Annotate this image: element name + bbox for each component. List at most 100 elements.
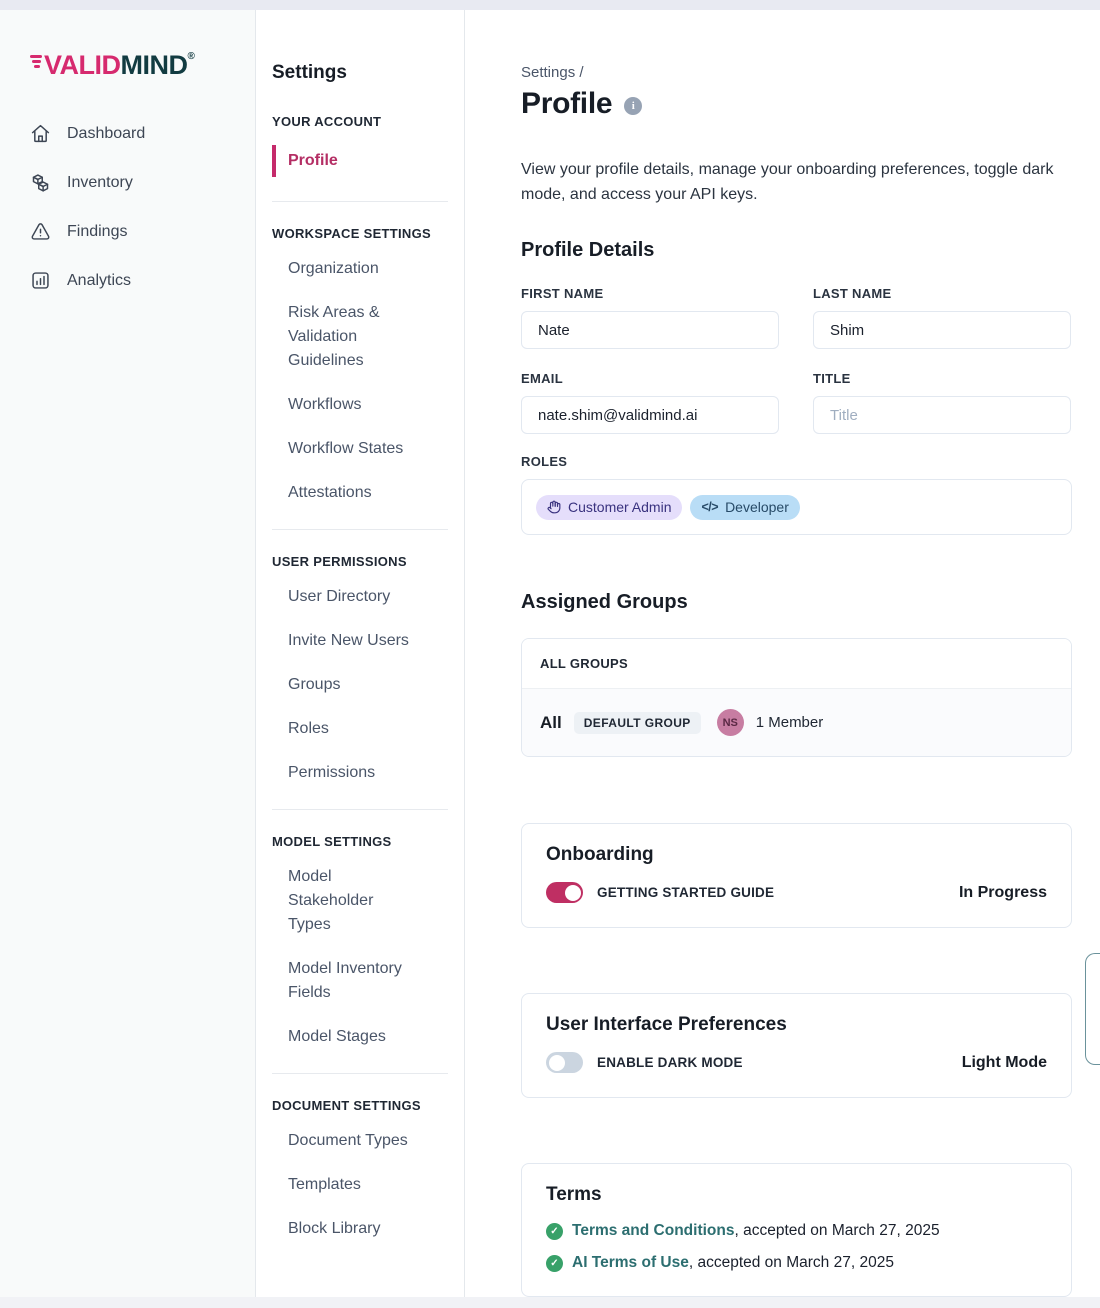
nav-item-roles[interactable]: Roles xyxy=(288,717,410,741)
terms-heading: Terms xyxy=(546,1184,1047,1206)
logo-text: VALIDMIND xyxy=(44,50,188,81)
roles-label: ROLES xyxy=(521,454,1100,469)
bar-chart-icon xyxy=(30,270,51,291)
check-circle-icon: ✓ xyxy=(546,1223,563,1240)
nav-item-profile[interactable]: Profile xyxy=(272,145,394,177)
member-count: 1 Member xyxy=(756,714,824,731)
nav-item-risk-areas[interactable]: Risk Areas & Validation Guidelines xyxy=(288,301,410,373)
ui-preferences-heading: User Interface Preferences xyxy=(546,1014,1047,1036)
window-bottom-strip xyxy=(0,1297,1100,1308)
page-title: Profile xyxy=(521,87,612,121)
title-input[interactable] xyxy=(813,396,1071,434)
nav-section-your-account: YOUR ACCOUNT xyxy=(272,114,448,129)
nav-item-model-stages[interactable]: Model Stages xyxy=(288,1025,410,1049)
nav-section-model-settings: MODEL SETTINGS xyxy=(272,834,448,849)
nav-divider xyxy=(272,529,448,530)
email-label: EMAIL xyxy=(521,371,779,386)
sidebar-item-label: Inventory xyxy=(67,174,133,192)
onboarding-card: Onboarding GETTING STARTED GUIDE In Prog… xyxy=(521,823,1072,928)
terms-accepted-text: , accepted on March 27, 2025 xyxy=(734,1222,939,1239)
nav-item-attestations[interactable]: Attestations xyxy=(288,481,410,505)
warning-triangle-icon xyxy=(30,221,51,242)
profile-settings-page: VALIDMIND ® Dashboard Inventory Findings… xyxy=(0,0,1100,1308)
ai-terms-of-use-link[interactable]: AI Terms of Use xyxy=(572,1254,689,1271)
first-name-field-group: FIRST NAME xyxy=(521,286,779,349)
email-field-group: EMAIL xyxy=(521,371,779,434)
group-name: All xyxy=(540,713,562,733)
nav-item-permissions[interactable]: Permissions xyxy=(288,761,410,785)
default-group-badge: DEFAULT GROUP xyxy=(574,712,701,734)
first-name-input[interactable] xyxy=(521,311,779,349)
ui-mode-status: Light Mode xyxy=(962,1054,1047,1072)
nav-item-organization[interactable]: Organization xyxy=(288,257,410,281)
settings-nav: Settings YOUR ACCOUNT Profile WORKSPACE … xyxy=(256,10,465,1297)
nav-item-document-types[interactable]: Document Types xyxy=(288,1129,410,1153)
roles-box: Customer Admin </> Developer xyxy=(521,479,1072,535)
assigned-groups-card: ALL GROUPS All DEFAULT GROUP NS 1 Member xyxy=(521,638,1072,757)
cubes-icon xyxy=(30,172,51,193)
assigned-groups-heading: Assigned Groups xyxy=(521,591,1100,614)
sidebar-item-label: Analytics xyxy=(67,272,131,290)
nav-item-groups[interactable]: Groups xyxy=(288,673,410,697)
nav-item-block-library[interactable]: Block Library xyxy=(288,1217,410,1241)
nav-section-workspace-settings: WORKSPACE SETTINGS xyxy=(272,226,448,241)
registered-mark: ® xyxy=(188,51,195,62)
terms-accepted-text: , accepted on March 27, 2025 xyxy=(689,1254,894,1271)
breadcrumb-separator: / xyxy=(579,64,583,81)
getting-started-guide-toggle[interactable] xyxy=(546,882,583,903)
info-icon[interactable]: i xyxy=(624,97,642,115)
terms-row: ✓ Terms and Conditions, accepted on Marc… xyxy=(546,1222,1047,1240)
sidebar-item-inventory[interactable]: Inventory xyxy=(30,172,255,193)
terms-row: ✓ AI Terms of Use, accepted on March 27,… xyxy=(546,1254,1047,1272)
breadcrumb-settings[interactable]: Settings xyxy=(521,64,575,81)
main-content: Settings / Profile i View your profile d… xyxy=(465,10,1100,1297)
nav-item-workflow-states[interactable]: Workflow States xyxy=(288,437,410,461)
validmind-logo[interactable]: VALIDMIND ® xyxy=(30,50,255,81)
sidebar-item-dashboard[interactable]: Dashboard xyxy=(30,123,255,144)
nav-item-model-stakeholder-types[interactable]: Model Stakeholder Types xyxy=(288,865,410,937)
nav-divider xyxy=(272,809,448,810)
check-circle-icon: ✓ xyxy=(546,1255,563,1272)
terms-and-conditions-link[interactable]: Terms and Conditions xyxy=(572,1222,734,1239)
last-name-input[interactable] xyxy=(813,311,1071,349)
onboarding-heading: Onboarding xyxy=(546,844,1047,866)
role-badge-developer: </> Developer xyxy=(690,495,799,520)
role-badge-customer-admin: Customer Admin xyxy=(536,495,682,520)
app-sidebar: VALIDMIND ® Dashboard Inventory Findings… xyxy=(0,10,256,1297)
title-field-group: TITLE xyxy=(813,371,1071,434)
onboarding-status: In Progress xyxy=(959,884,1047,902)
right-drawer-handle[interactable] xyxy=(1085,953,1100,1065)
sidebar-item-findings[interactable]: Findings xyxy=(30,221,255,242)
nav-divider xyxy=(272,201,448,202)
group-row-all[interactable]: All DEFAULT GROUP NS 1 Member xyxy=(522,689,1071,756)
sidebar-item-analytics[interactable]: Analytics xyxy=(30,270,255,291)
hand-icon xyxy=(547,500,561,514)
settings-nav-title: Settings xyxy=(272,62,448,84)
enable-dark-mode-toggle[interactable] xyxy=(546,1052,583,1073)
nav-section-user-permissions: USER PERMISSIONS xyxy=(272,554,448,569)
avatar[interactable]: NS xyxy=(717,709,744,736)
window-top-strip xyxy=(0,0,1100,10)
nav-divider xyxy=(272,1073,448,1074)
email-input[interactable] xyxy=(521,396,779,434)
last-name-field-group: LAST NAME xyxy=(813,286,1071,349)
nav-item-invite-new-users[interactable]: Invite New Users xyxy=(288,629,410,653)
nav-item-workflows[interactable]: Workflows xyxy=(288,393,410,417)
nav-item-user-directory[interactable]: User Directory xyxy=(288,585,410,609)
code-icon: </> xyxy=(701,500,718,514)
getting-started-guide-label: GETTING STARTED GUIDE xyxy=(597,885,774,900)
first-name-label: FIRST NAME xyxy=(521,286,779,301)
sidebar-item-label: Findings xyxy=(67,223,127,241)
nav-item-model-inventory-fields[interactable]: Model Inventory Fields xyxy=(288,957,410,1005)
terms-card: Terms ✓ Terms and Conditions, accepted o… xyxy=(521,1163,1072,1297)
nav-section-document-settings: DOCUMENT SETTINGS xyxy=(272,1098,448,1113)
all-groups-header: ALL GROUPS xyxy=(522,639,1071,689)
last-name-label: LAST NAME xyxy=(813,286,1071,301)
logo-dashes-icon xyxy=(30,55,42,68)
ui-preferences-card: User Interface Preferences ENABLE DARK M… xyxy=(521,993,1072,1098)
breadcrumb: Settings / xyxy=(521,64,1100,81)
enable-dark-mode-label: ENABLE DARK MODE xyxy=(597,1055,743,1070)
profile-details-heading: Profile Details xyxy=(521,239,1100,262)
title-label: TITLE xyxy=(813,371,1071,386)
nav-item-templates[interactable]: Templates xyxy=(288,1173,410,1197)
